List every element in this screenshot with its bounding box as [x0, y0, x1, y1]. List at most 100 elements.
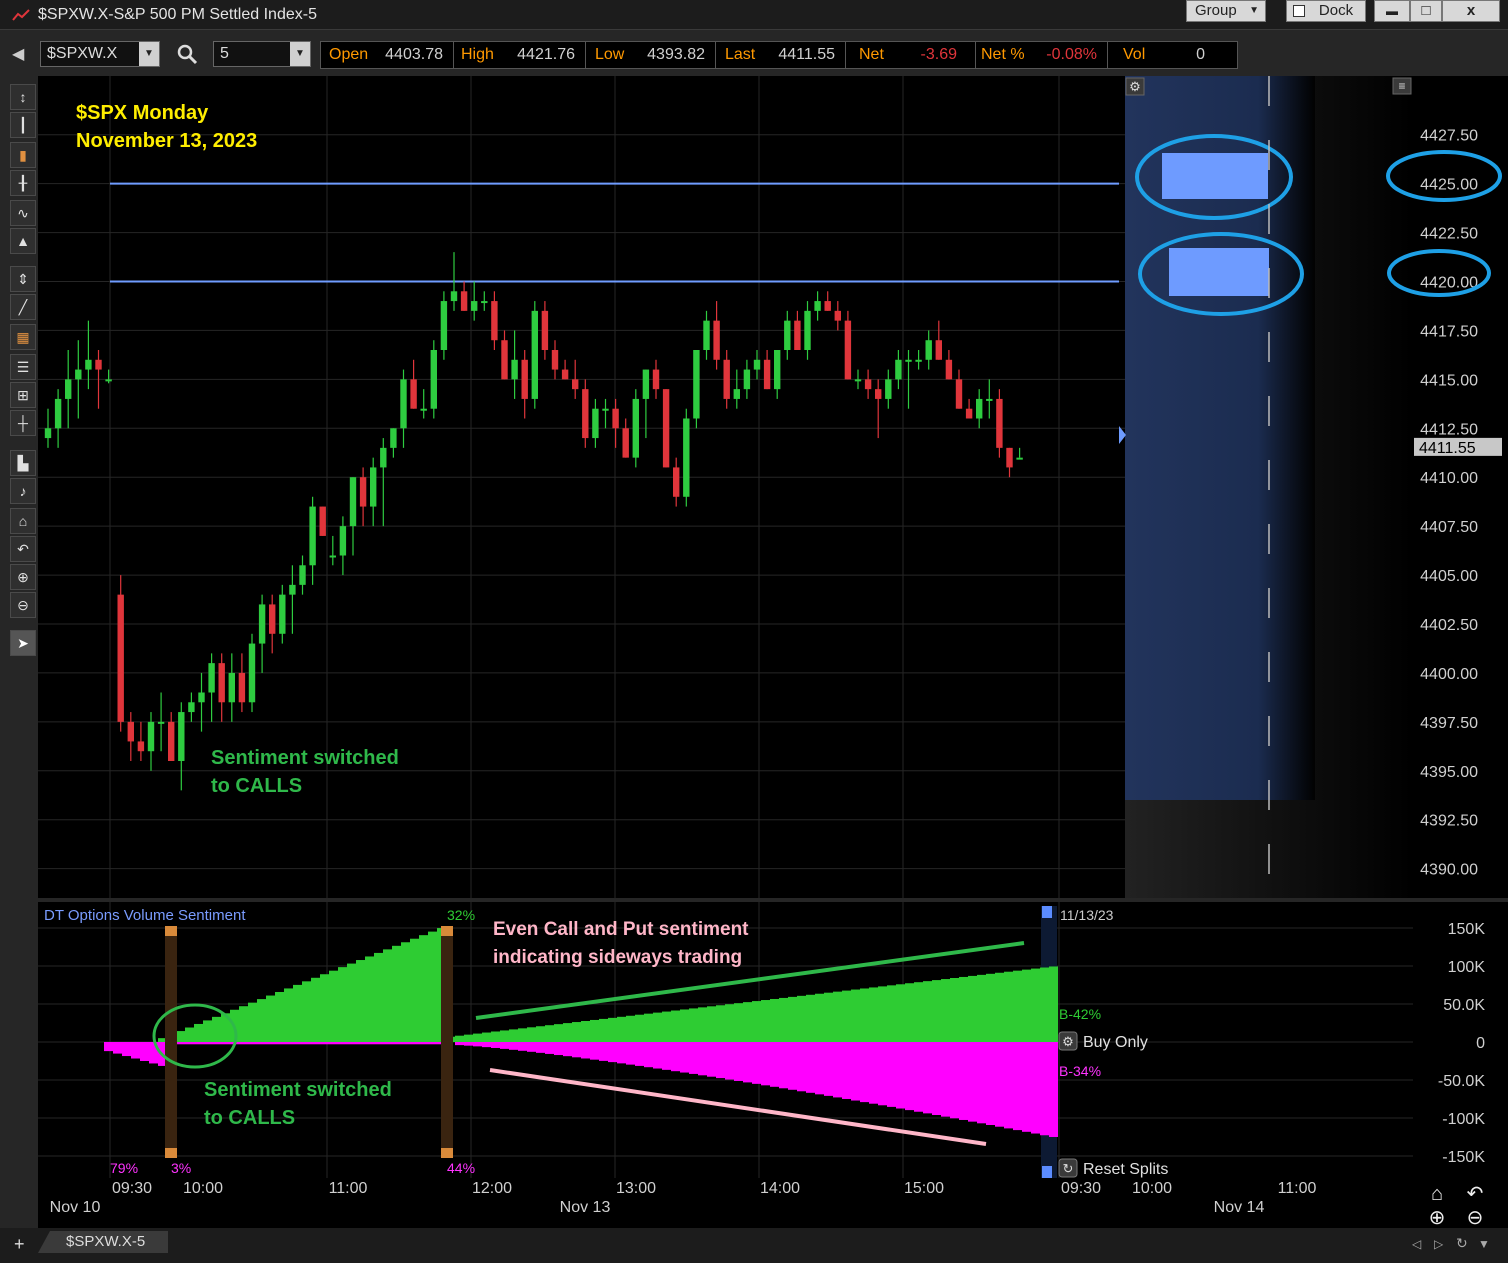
close-button[interactable]: x — [1442, 0, 1500, 22]
call-volume-bar — [869, 987, 878, 1042]
candle-body — [430, 350, 437, 409]
call-volume-bar — [284, 988, 293, 1042]
maximize-button[interactable]: □ — [1410, 0, 1442, 22]
call-volume-bar — [959, 976, 968, 1042]
candle-body — [572, 379, 579, 390]
sentiment-tick-label: 50.0K — [1443, 997, 1485, 1014]
chart-app-icon — [12, 9, 30, 21]
interval-input[interactable]: 5 ▼ — [213, 41, 311, 67]
put-volume-bar — [725, 1042, 734, 1080]
put-volume-bar — [320, 1042, 329, 1045]
candle-body — [895, 359, 902, 380]
zoom-in-icon[interactable]: ⊕ — [1429, 1207, 1446, 1228]
put-volume-bar — [266, 1042, 275, 1045]
zoom-in-icon[interactable]: ⊕ — [10, 564, 36, 590]
buy-only-button[interactable]: Buy Only — [1083, 1034, 1148, 1051]
price-scale-icon[interactable]: ⇕ — [10, 266, 36, 292]
candle-body — [440, 301, 448, 350]
bar-chart-style-icon[interactable]: ┃ — [10, 112, 36, 138]
candle-body — [420, 408, 427, 411]
candle-body — [400, 379, 407, 429]
crosshair-icon[interactable]: ┼ — [10, 410, 36, 436]
scroll-left-icon[interactable]: ◁ — [1412, 1237, 1421, 1251]
split-marker[interactable] — [165, 926, 177, 1158]
call-volume-bar — [428, 931, 437, 1042]
area-style-icon[interactable]: ▲ — [10, 228, 36, 254]
put-volume-bar — [572, 1042, 581, 1058]
symbol-input[interactable]: $SPXW.X ▼ — [40, 41, 160, 67]
ohlc-style-icon[interactable]: ╂ — [10, 170, 36, 196]
collapse-arrow-icon[interactable]: ◀ — [12, 44, 24, 64]
put-volume-bar — [590, 1042, 599, 1060]
put-volume-bar — [734, 1042, 743, 1081]
split-marker[interactable] — [441, 926, 453, 1158]
put-volume-bar — [860, 1042, 869, 1103]
candle-body — [996, 398, 1003, 448]
candle-body — [612, 408, 619, 429]
trendline-icon[interactable]: ╱ — [10, 294, 36, 320]
search-icon[interactable] — [176, 43, 198, 65]
candle-body — [531, 310, 538, 399]
minimize-button[interactable]: ▬ — [1374, 0, 1410, 22]
call-volume-bar — [743, 1002, 752, 1042]
put-volume-bar — [689, 1042, 698, 1074]
put-volume-bar — [185, 1042, 194, 1045]
sentiment-pct-c: 44% — [447, 1160, 475, 1176]
chevron-down-icon[interactable]: ▼ — [290, 42, 310, 66]
call-volume-bar — [383, 949, 392, 1042]
price-tick-label: 4417.50 — [1420, 323, 1478, 340]
candlestick-style-icon[interactable]: ▮ — [10, 142, 36, 168]
line-style-icon[interactable]: ∿ — [10, 200, 36, 226]
candle-body — [238, 672, 246, 703]
table-icon[interactable]: ☰ — [10, 354, 36, 380]
put-volume-bar — [392, 1042, 401, 1045]
undo-icon[interactable]: ↶ — [1467, 1183, 1484, 1205]
cursor-data-icon[interactable]: ↕ — [10, 84, 36, 110]
chevron-down-icon[interactable]: ▼ — [1478, 1237, 1490, 1251]
zoom-out-icon[interactable]: ⊖ — [10, 592, 36, 618]
call-volume-bar — [932, 980, 941, 1042]
scroll-right-icon[interactable]: ▷ — [1434, 1237, 1443, 1251]
put-volume-bar — [878, 1042, 887, 1106]
call-volume-bar — [212, 1016, 221, 1042]
put-volume-bar — [941, 1042, 950, 1117]
bookmark-icon[interactable]: ▙ — [10, 450, 36, 476]
candle-body — [844, 320, 852, 380]
sentiment-chart[interactable]: DT Options Volume Sentiment 32% 11/13/23… — [38, 902, 1508, 1182]
layout-icon[interactable]: ⊞ — [10, 382, 36, 408]
gear-icon-glyph: ⚙ — [1129, 79, 1141, 94]
home-icon[interactable]: ⌂ — [10, 508, 36, 534]
pointer-icon[interactable]: ➤ — [10, 630, 36, 656]
call-volume-bar — [635, 1014, 644, 1042]
put-volume-bar — [275, 1042, 284, 1045]
group-button[interactable]: Group ▼ — [1186, 0, 1266, 22]
call-volume-bar — [572, 1022, 581, 1042]
call-volume-bar — [707, 1006, 716, 1042]
grid-icon[interactable]: ▦ — [10, 324, 36, 350]
put-volume-bar — [563, 1042, 572, 1057]
sentiment-tick-label: -100K — [1442, 1111, 1485, 1128]
candle-body — [622, 428, 629, 458]
reset-splits-button[interactable]: Reset Splits — [1083, 1161, 1168, 1178]
call-volume-bar — [347, 963, 356, 1042]
sound-icon[interactable]: ♪ — [10, 478, 36, 504]
tab-spxw-5[interactable]: $SPXW.X-5 — [38, 1231, 168, 1253]
price-chart[interactable]: 4427.504425.004422.504420.004417.504415.… — [38, 76, 1508, 898]
zoom-out-icon[interactable]: ⊖ — [1467, 1207, 1484, 1228]
candle-body — [602, 408, 609, 411]
time-tick-label: 11:00 — [1278, 1180, 1317, 1197]
home-icon[interactable]: ⌂ — [1431, 1183, 1443, 1205]
reset-icon-glyph: ↻ — [1063, 1161, 1074, 1176]
put-volume-bar — [554, 1042, 563, 1056]
undo-icon[interactable]: ↶ — [10, 536, 36, 562]
dock-button[interactable]: Dock — [1286, 0, 1366, 22]
date-tick-label: Nov 14 — [1214, 1199, 1265, 1216]
candle-body — [905, 359, 912, 362]
refresh-icon[interactable]: ↻ — [1456, 1235, 1468, 1252]
put-volume-bar — [284, 1042, 293, 1045]
add-tab-icon[interactable]: + — [14, 1234, 25, 1255]
call-volume-bar — [176, 1031, 185, 1042]
chevron-down-icon[interactable]: ▼ — [139, 42, 159, 66]
candle-body — [925, 340, 932, 360]
candle-body — [491, 301, 498, 341]
